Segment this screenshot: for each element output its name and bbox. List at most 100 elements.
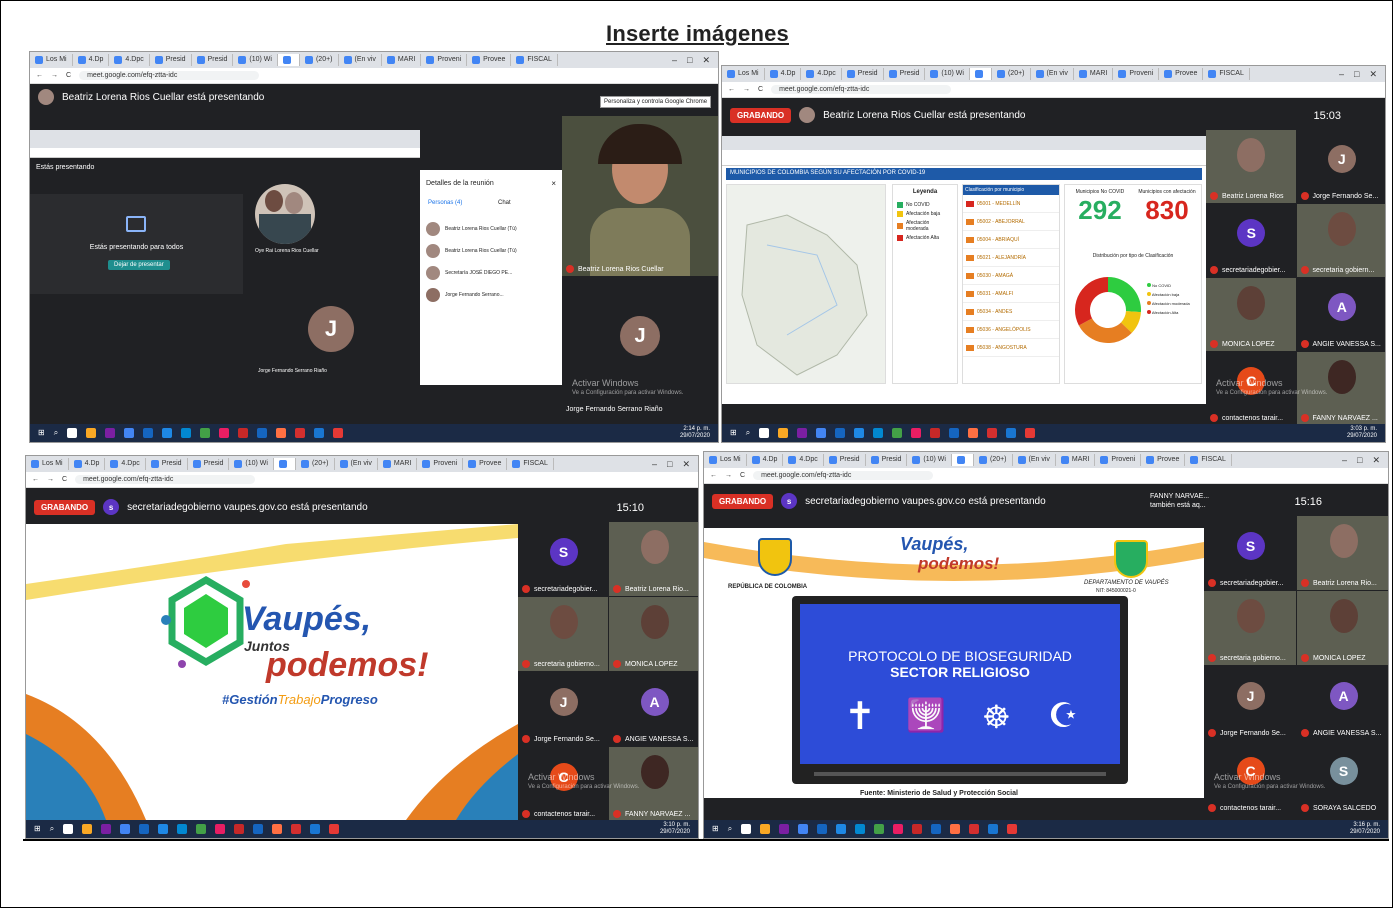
search-icon[interactable]: ⌕	[746, 428, 750, 438]
taskbar-app-icon[interactable]	[817, 824, 828, 834]
taskbar-app-icon[interactable]	[778, 428, 789, 438]
forward-icon[interactable]: →	[725, 472, 732, 479]
taskbar-app-icon[interactable]	[892, 428, 903, 438]
list-item[interactable]: 05031 - AMALFI	[963, 285, 1059, 303]
taskbar-app-icon[interactable]	[101, 824, 112, 834]
participant-tile[interactable]: MONICA LOPEZ	[1206, 278, 1296, 351]
browser-tab[interactable]: Provee	[1141, 454, 1186, 466]
taskbar-app-icon[interactable]	[272, 824, 283, 834]
browser-tab[interactable]: (10) Wi	[229, 458, 274, 470]
browser-tab[interactable]: Provee	[1159, 68, 1204, 80]
minimize-icon[interactable]: –	[1342, 455, 1347, 466]
taskbar-app-icon[interactable]	[798, 824, 809, 834]
forward-icon[interactable]: →	[47, 476, 54, 483]
address-bar[interactable]: ← → Cmeet.google.com/efq-ztta-idc	[722, 82, 1385, 98]
close-icon[interactable]: ✕	[1372, 455, 1380, 466]
browser-tab[interactable]: MARI	[382, 54, 422, 66]
list-item[interactable]: 05034 - ANDES	[963, 303, 1059, 321]
taskbar-app-icon[interactable]	[968, 428, 979, 438]
video-progress-bar[interactable]	[814, 772, 1106, 776]
taskbar-app-icon[interactable]	[874, 824, 885, 834]
browser-tab[interactable]: (En viv	[1013, 454, 1056, 466]
browser-tab[interactable]: (10) Wi	[925, 68, 970, 80]
browser-tab[interactable]: (20+)	[300, 54, 339, 66]
back-icon[interactable]: ←	[32, 476, 39, 483]
participant-tile[interactable]: J Jorge Fernando Se...	[1204, 666, 1296, 740]
url-field[interactable]: meet.google.com/efq-ztta-idc	[771, 85, 952, 94]
browser-tab[interactable]: FISCAL	[1185, 454, 1232, 466]
maximize-icon[interactable]: □	[1357, 455, 1362, 466]
participant-tile[interactable]: Ssecretariadegobier...	[1204, 516, 1296, 590]
browser-tab[interactable]: Los Mi	[722, 68, 765, 80]
participant-tile[interactable]: secretaria gobierno...	[518, 597, 608, 671]
taskbar-app-icon[interactable]	[893, 824, 904, 834]
taskbar-app-icon[interactable]	[143, 428, 154, 438]
browser-tab[interactable]	[273, 458, 296, 470]
taskbar-app-icon[interactable]	[238, 428, 249, 438]
protocol-video[interactable]: PROTOCOLO DE BIOSEGURIDAD SECTOR RELIGIO…	[800, 604, 1120, 764]
browser-tab[interactable]: 4.Dpc	[109, 54, 150, 66]
taskbar-app-icon[interactable]	[333, 428, 344, 438]
window-controls[interactable]: – □ ✕	[1342, 455, 1388, 466]
browser-tab[interactable]: Provee	[467, 54, 512, 66]
list-item[interactable]: 05038 - ANGOSTURA	[963, 339, 1059, 357]
participant-tile[interactable]: A ANGIE VANESSA S...	[1297, 666, 1388, 740]
browser-tab[interactable]: Proveni	[1095, 454, 1142, 466]
taskbar-app-icon[interactable]	[124, 428, 135, 438]
browser-tab[interactable]: (En viv	[1031, 68, 1074, 80]
list-item[interactable]: 05001 - MEDELLÍN	[963, 195, 1059, 213]
reload-icon[interactable]: C	[62, 476, 67, 483]
browser-tab[interactable]	[969, 68, 992, 80]
taskbar-app-icon[interactable]	[1007, 824, 1018, 834]
browser-tab[interactable]: 4.Dp	[73, 54, 110, 66]
back-icon[interactable]: ←	[710, 472, 717, 479]
participant-tile[interactable]: Beatriz Lorena Rio...	[609, 522, 698, 596]
browser-tab[interactable]: 4.Dp	[69, 458, 106, 470]
close-icon[interactable]: ×	[551, 179, 556, 188]
list-item[interactable]: 05004 - ABRIAQUÍ	[963, 231, 1059, 249]
browser-tab[interactable]: FISCAL	[511, 54, 558, 66]
browser-tab[interactable]: (20+)	[296, 458, 335, 470]
taskbar-app-icon[interactable]	[215, 824, 226, 834]
search-icon[interactable]: ⌕	[50, 824, 54, 834]
search-icon[interactable]: ⌕	[728, 824, 732, 834]
browser-tab[interactable]: (10) Wi	[907, 454, 952, 466]
browser-tab[interactable]: 4.Dpc	[105, 458, 146, 470]
taskbar-app-icon[interactable]	[969, 824, 980, 834]
windows-start-icon[interactable]: ⊞	[712, 824, 719, 834]
taskbar-app-icon[interactable]	[63, 824, 74, 834]
windows-start-icon[interactable]: ⊞	[730, 428, 737, 438]
taskbar-app-icon[interactable]	[911, 428, 922, 438]
participant-tile[interactable]: A ANGIE VANESSA S...	[1296, 278, 1385, 351]
browser-tab[interactable]: 4.Dp	[765, 68, 802, 80]
close-icon[interactable]: ✕	[1369, 69, 1377, 80]
search-icon[interactable]: ⌕	[54, 428, 58, 438]
participant-tile[interactable]: A ANGIE VANESSA S...	[609, 672, 698, 746]
window-controls[interactable]: – □ ✕	[1339, 69, 1385, 80]
taskbar-app-icon[interactable]	[181, 428, 192, 438]
browser-tab[interactable]: (20+)	[974, 454, 1013, 466]
windows-start-icon[interactable]: ⊞	[38, 428, 45, 438]
reload-icon[interactable]: C	[758, 86, 763, 93]
address-bar[interactable]: ← → Cmeet.google.com/efq-ztta-idc	[30, 68, 718, 84]
address-bar[interactable]: ← → Cmeet.google.com/efq-ztta-idc	[26, 472, 698, 488]
browser-tab[interactable]	[277, 54, 300, 66]
taskbar-app-icon[interactable]	[797, 428, 808, 438]
browser-tab[interactable]	[951, 454, 974, 466]
stop-presenting-button[interactable]: Dejar de presentar	[108, 260, 170, 270]
taskbar-app-icon[interactable]	[835, 428, 846, 438]
browser-tab[interactable]: (20+)	[992, 68, 1031, 80]
back-icon[interactable]: ←	[36, 72, 43, 79]
participant-tile[interactable]: J Jorge Fernando Se...	[1296, 130, 1385, 203]
taskbar-app-icon[interactable]	[988, 824, 999, 834]
taskbar-app-icon[interactable]	[1006, 428, 1017, 438]
list-item[interactable]: 05030 - AMAGÁ	[963, 267, 1059, 285]
browser-tab[interactable]: 4.Dpc	[801, 68, 842, 80]
minimize-icon[interactable]: –	[1339, 69, 1344, 80]
taskbar-app-icon[interactable]	[162, 428, 173, 438]
tab-chat[interactable]: Chat	[498, 200, 511, 206]
browser-tab[interactable]: Presid	[884, 68, 926, 80]
taskbar-app-icon[interactable]	[158, 824, 169, 834]
participant-tile[interactable]: secretaria gobiern...	[1296, 204, 1385, 277]
taskbar-app-icon[interactable]	[329, 824, 340, 834]
